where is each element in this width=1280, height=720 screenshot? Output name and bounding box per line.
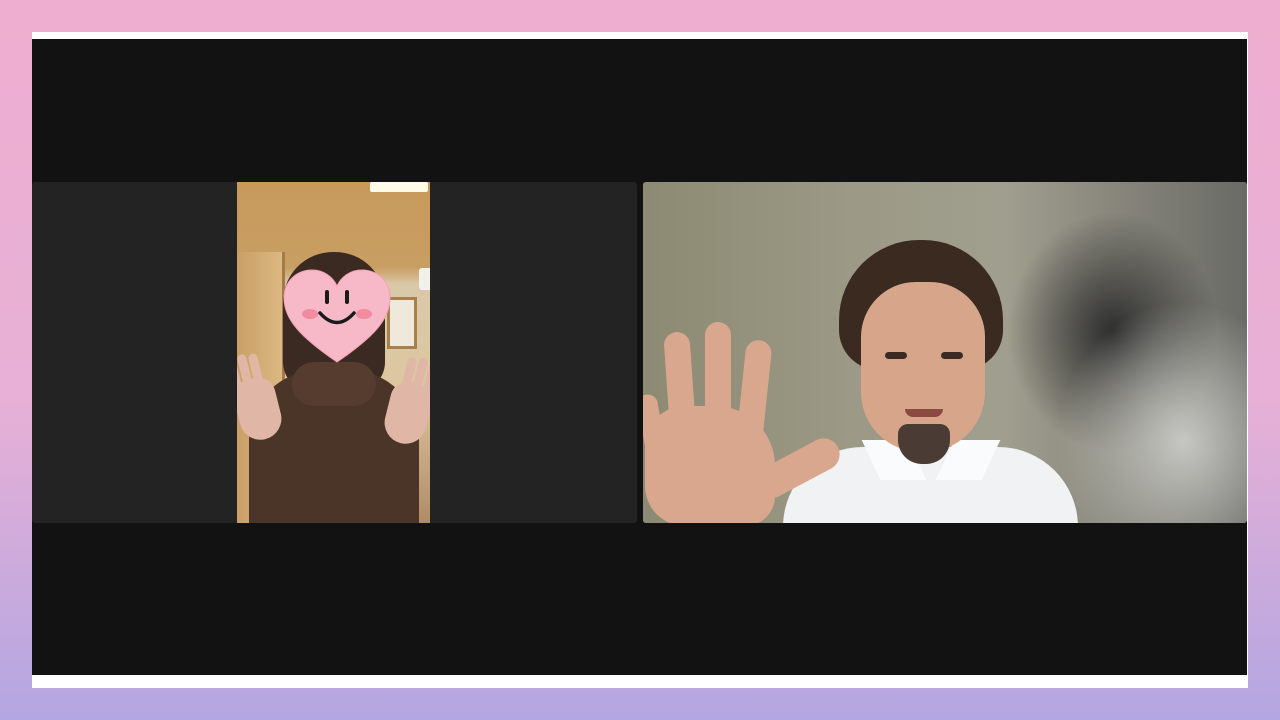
right-eye xyxy=(941,352,963,359)
air-conditioner xyxy=(419,268,430,290)
participant-video-right xyxy=(643,182,1247,523)
left-eye xyxy=(885,352,907,359)
waving-hand xyxy=(645,406,775,523)
heart-smiley-icon xyxy=(283,269,391,363)
video-call-window xyxy=(32,39,1247,675)
mouth xyxy=(905,409,943,417)
turtleneck-collar xyxy=(292,362,376,406)
participant-video-left xyxy=(237,182,430,523)
participant-tile-left[interactable] xyxy=(32,182,637,523)
participant-tile-right[interactable] xyxy=(643,182,1247,523)
ceiling-light xyxy=(370,182,428,192)
